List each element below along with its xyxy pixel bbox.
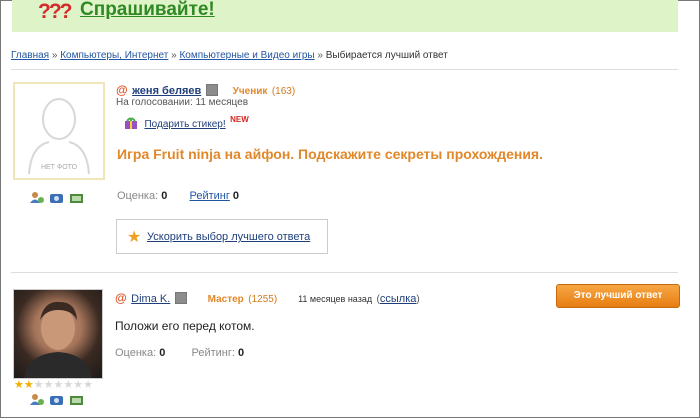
- star-empty-icon: ★: [53, 379, 64, 391]
- divider: [11, 272, 678, 273]
- question-author-points: (163): [271, 86, 296, 97]
- question-author-name[interactable]: женя беляев: [132, 85, 201, 97]
- star-filled-icon: ★: [23, 379, 34, 391]
- best-answer-button[interactable]: Это лучший ответ: [556, 284, 680, 308]
- top-banner: ??? Спрашивайте!: [12, 0, 678, 32]
- answer-author-points: (1255): [248, 294, 278, 305]
- breadcrumb-games[interactable]: Компьютерные и Видео игры: [179, 50, 314, 61]
- gift-sticker: Подарить стикер! NEW: [124, 114, 249, 132]
- question-title: Игра Fruit ninja на айфон. Подскажите се…: [117, 146, 543, 162]
- answer-text: Положи его перед котом.: [115, 319, 255, 333]
- star-empty-icon: ★: [43, 379, 54, 391]
- gift-icon: [125, 117, 137, 129]
- add-friend-icon[interactable]: [29, 393, 44, 406]
- answer-author-name[interactable]: Dima K.: [131, 293, 170, 305]
- answerer-star-rating: ★★★★★★★★: [14, 378, 93, 391]
- rating-value: 0: [237, 347, 245, 359]
- question-author-rank: Ученик: [232, 86, 268, 97]
- answer-score-line: Оценка: 0 Рейтинг: 0: [115, 347, 244, 359]
- breadcrumb-separator: »: [171, 50, 177, 61]
- voting-status: На голосовании: 11 месяцев: [116, 97, 249, 108]
- score-value: 0: [161, 190, 168, 202]
- page-frame: [0, 0, 700, 418]
- dropdown-arrow-icon[interactable]: [205, 83, 218, 96]
- star-empty-icon: ★: [33, 379, 44, 391]
- score-value: 0: [159, 347, 166, 359]
- photo-camera-icon[interactable]: [49, 393, 64, 406]
- banner-title-link[interactable]: Спрашивайте!: [80, 0, 215, 21]
- question-score-line: Оценка: 0 Рейтинг 0: [117, 190, 239, 202]
- question-marks-logo-icon: ???: [38, 0, 73, 23]
- breadcrumb-home[interactable]: Главная: [11, 50, 49, 61]
- answer-author-rank: Мастер: [207, 294, 244, 305]
- star-empty-icon: ★: [83, 379, 93, 391]
- answer-permalink[interactable]: ссылка: [380, 293, 417, 305]
- answer-time: 11 месяцев назад: [298, 294, 373, 304]
- star-empty-icon: ★: [73, 379, 84, 391]
- rating-link[interactable]: Рейтинг: [189, 190, 229, 202]
- video-icon[interactable]: [69, 191, 84, 204]
- question-avatar[interactable]: НЕТ ФОТО: [13, 82, 105, 180]
- answerer-photo-face: [24, 301, 92, 378]
- rating-label: Рейтинг:: [191, 347, 235, 359]
- dropdown-arrow-icon[interactable]: [174, 291, 187, 304]
- divider: [11, 69, 678, 70]
- score-label: Оценка:: [117, 190, 159, 202]
- star-icon: ★: [127, 229, 142, 246]
- question-user-actions: [29, 191, 84, 204]
- answer-author-line: @ Dima K. Мастер (1255) 11 месяцев назад…: [115, 291, 420, 305]
- new-badge: NEW: [230, 115, 249, 124]
- gift-sticker-link[interactable]: Подарить стикер!: [144, 119, 225, 130]
- breadcrumb-separator: »: [317, 50, 323, 61]
- add-friend-icon[interactable]: [29, 191, 44, 204]
- answerer-avatar-photo[interactable]: [13, 289, 103, 379]
- breadcrumb-current: Выбирается лучший ответ: [325, 50, 448, 61]
- breadcrumb-computers[interactable]: Компьютеры, Интернет: [60, 50, 168, 61]
- hasten-best-answer-link[interactable]: Ускорить выбор лучшего ответа: [147, 231, 310, 243]
- score-label: Оценка:: [115, 347, 157, 359]
- video-icon[interactable]: [69, 393, 84, 406]
- no-photo-label: НЕТ ФОТО: [40, 164, 78, 171]
- answer-user-actions: [29, 393, 84, 406]
- breadcrumb-separator: »: [51, 50, 58, 61]
- at-sign-icon: @: [115, 291, 127, 305]
- rating-value: 0: [232, 190, 240, 202]
- star-empty-icon: ★: [63, 379, 74, 391]
- photo-camera-icon[interactable]: [49, 191, 64, 204]
- hasten-best-answer-box[interactable]: ★ Ускорить выбор лучшего ответа: [116, 219, 328, 254]
- star-filled-icon: ★: [14, 379, 24, 391]
- breadcrumb: Главная » Компьютеры, Интернет » Компьют…: [11, 50, 448, 61]
- at-sign-icon: @: [116, 83, 128, 97]
